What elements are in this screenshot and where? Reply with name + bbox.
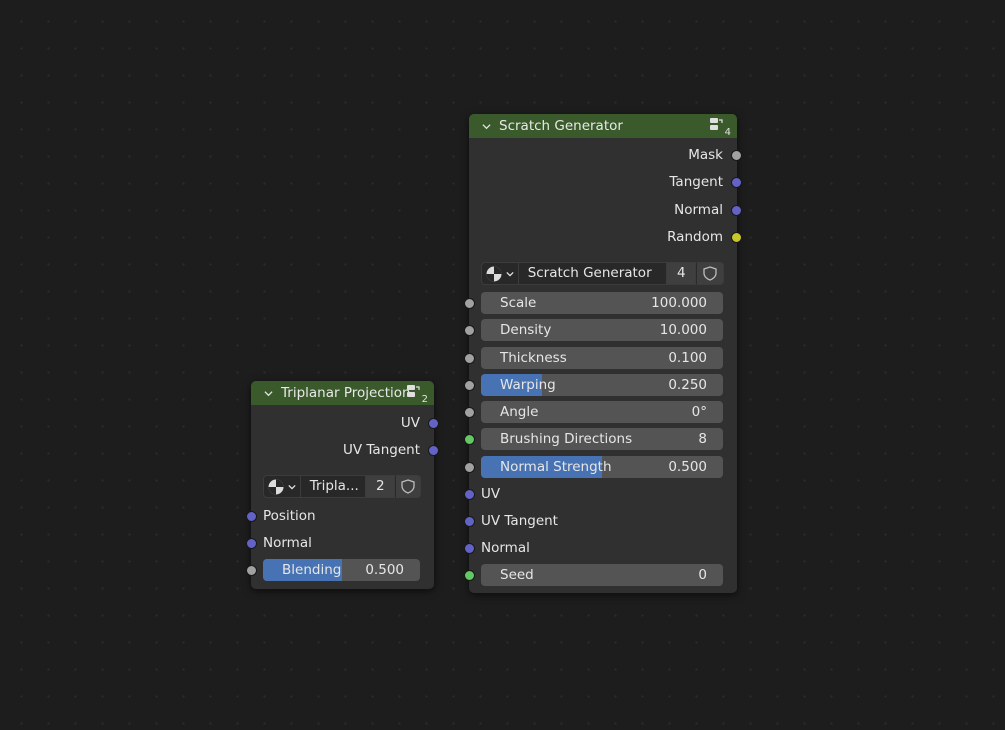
chevron-down-icon	[288, 484, 296, 489]
scale-field[interactable]: Scale 100.000	[481, 292, 723, 314]
output-uv-tangent: UV Tangent	[251, 439, 439, 461]
material-sphere-icon[interactable]	[481, 262, 519, 285]
node-group-selector[interactable]: Tripla... 2	[263, 475, 421, 498]
socket-normal-strength[interactable]	[464, 462, 475, 473]
socket-mask[interactable]	[731, 150, 742, 161]
socket-normal-in[interactable]	[464, 543, 475, 554]
socket-angle[interactable]	[464, 407, 475, 418]
socket-position[interactable]	[246, 511, 257, 522]
socket-uv-tangent-out[interactable]	[428, 445, 439, 456]
socket-uv-out[interactable]	[428, 418, 439, 429]
node-header[interactable]: Scratch Generator 4	[469, 114, 737, 138]
input-uv-tangent: UV Tangent	[464, 510, 737, 532]
warping-slider[interactable]: Warping 0.250	[481, 374, 723, 396]
output-mask: Mask	[469, 144, 742, 166]
input-position: Position	[246, 505, 434, 527]
node-tree-icon: 4	[709, 117, 731, 138]
group-users[interactable]: 4	[666, 262, 697, 285]
node-triplanar-projection[interactable]: Triplanar Projection 2 UV UV Tangent Tri…	[246, 381, 439, 589]
normal-strength-slider[interactable]: Normal Strength 0.500	[481, 456, 723, 478]
socket-uv-tangent[interactable]	[464, 516, 475, 527]
thickness-field[interactable]: Thickness 0.100	[481, 347, 723, 369]
input-uv: UV	[464, 483, 737, 505]
shield-icon[interactable]	[395, 475, 421, 498]
socket-normal[interactable]	[731, 205, 742, 216]
material-sphere-icon[interactable]	[263, 475, 301, 498]
output-tangent: Tangent	[469, 171, 742, 193]
node-tree-icon: 2	[406, 384, 428, 405]
socket-uv[interactable]	[464, 489, 475, 500]
output-normal: Normal	[469, 199, 742, 221]
output-uv: UV	[251, 412, 439, 434]
brushing-directions-field[interactable]: Brushing Directions 8	[481, 428, 723, 450]
angle-field[interactable]: Angle 0°	[481, 401, 723, 423]
node-group-selector[interactable]: Scratch Generator 4	[481, 262, 724, 285]
socket-brushing-directions[interactable]	[464, 434, 475, 445]
group-name[interactable]: Scratch Generator	[518, 262, 667, 285]
blending-slider[interactable]: Blending 0.500	[263, 559, 420, 581]
output-random: Random	[469, 226, 742, 248]
socket-seed[interactable]	[464, 570, 475, 581]
socket-blending[interactable]	[246, 565, 257, 576]
socket-warping[interactable]	[464, 380, 475, 391]
node-scratch-generator[interactable]: Scratch Generator 4 Mask Tangent Normal …	[464, 114, 742, 593]
user-count: 4	[724, 127, 731, 138]
shield-icon[interactable]	[696, 262, 724, 285]
group-name[interactable]: Tripla...	[300, 475, 366, 498]
socket-tangent[interactable]	[731, 177, 742, 188]
node-header[interactable]: Triplanar Projection 2	[251, 381, 434, 405]
socket-scale[interactable]	[464, 298, 475, 309]
node-title: Triplanar Projection	[281, 385, 411, 401]
socket-random[interactable]	[731, 232, 742, 243]
chevron-down-icon	[506, 271, 514, 276]
chevron-down-icon[interactable]	[264, 389, 273, 398]
input-normal: Normal	[464, 537, 737, 559]
user-count: 2	[421, 394, 428, 405]
socket-density[interactable]	[464, 325, 475, 336]
seed-field[interactable]: Seed 0	[481, 564, 723, 586]
socket-thickness[interactable]	[464, 353, 475, 364]
density-field[interactable]: Density 10.000	[481, 319, 723, 341]
node-title: Scratch Generator	[499, 118, 623, 134]
input-normal: Normal	[246, 532, 434, 554]
chevron-down-icon[interactable]	[482, 122, 491, 131]
socket-normal-in[interactable]	[246, 538, 257, 549]
group-users[interactable]: 2	[365, 475, 396, 498]
